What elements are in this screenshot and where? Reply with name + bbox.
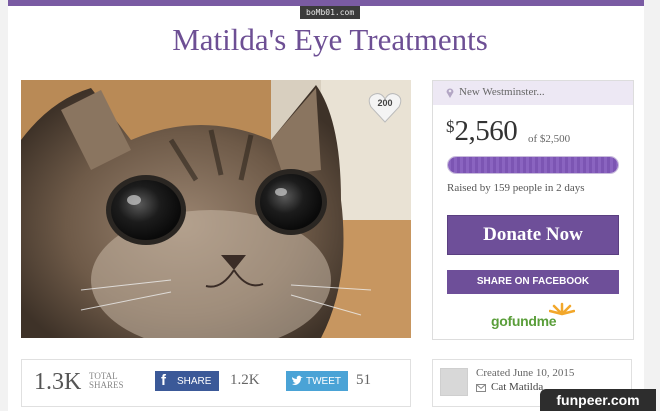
location-bar: New Westminster... xyxy=(433,81,633,105)
facebook-icon: f xyxy=(161,372,166,389)
cat-image xyxy=(21,80,411,338)
donate-button[interactable]: Donate Now xyxy=(447,215,619,255)
facebook-share-count: 1.2K xyxy=(230,372,260,388)
heart-count: 200 xyxy=(377,98,393,108)
twitter-bird-icon xyxy=(292,375,303,385)
total-shares-count: 1.3K xyxy=(34,369,82,395)
tweet-label: TWEET xyxy=(306,376,341,387)
progress-fill xyxy=(448,157,618,173)
amount-raised: $2,560 xyxy=(446,115,518,148)
location-text: New Westminster... xyxy=(459,86,545,98)
facebook-share-button[interactable]: f SHARE xyxy=(155,371,219,391)
raised-text: Raised by 159 people in 2 days xyxy=(447,182,585,194)
envelope-icon[interactable] xyxy=(476,384,486,392)
campaign-title: Matilda's Eye Treatments xyxy=(172,22,488,57)
watermark-top: boMb01.com xyxy=(300,6,361,19)
gofundme-logo[interactable]: gofundme xyxy=(491,313,557,329)
dollar-sign: $ xyxy=(446,117,455,136)
total-shares-label: TOTAL SHARES xyxy=(89,372,124,390)
campaign-photo[interactable] xyxy=(21,80,411,338)
location-pin-icon xyxy=(446,88,454,98)
heart-icon[interactable] xyxy=(368,91,402,125)
creator-name[interactable]: Cat Matilda xyxy=(491,381,543,393)
share-on-facebook-button[interactable]: SHARE ON FACEBOOK xyxy=(447,270,619,294)
watermark-bottom-right: funpeer.com xyxy=(540,389,656,411)
donation-panel: New Westminster... $2,560 of $2,500 Rais… xyxy=(432,80,634,340)
shares-label: SHARES xyxy=(89,380,124,390)
amount-value: 2,560 xyxy=(454,115,518,147)
facebook-share-label: SHARE xyxy=(177,376,212,387)
progress-bar xyxy=(447,156,619,174)
avatar[interactable] xyxy=(440,368,468,396)
tweet-button[interactable]: TWEET xyxy=(286,371,348,391)
share-stats-bar: 1.3K TOTAL SHARES f SHARE 1.2K TWEET 51 xyxy=(21,359,411,407)
tweet-count: 51 xyxy=(356,372,371,388)
goal-text: of $2,500 xyxy=(528,133,571,145)
created-date: Created June 10, 2015 xyxy=(476,367,575,379)
